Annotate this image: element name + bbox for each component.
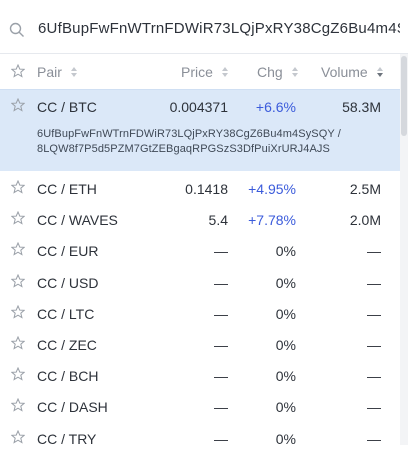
price-value: — [214, 430, 228, 447]
sort-icon [291, 67, 298, 78]
price-value: 5.4 [208, 212, 228, 229]
price-value: 0.004371 [169, 99, 228, 115]
star-icon[interactable] [11, 336, 25, 350]
table-row[interactable]: CC / ZEC — 0% — [0, 328, 408, 359]
pair-label: CC / TRY [37, 430, 97, 447]
search-bar: 6UfBupFwFnWTrnFDWiR73LQjPxRY38CgZ6Bu4m4S [0, 0, 408, 54]
change-value: +7.78% [248, 212, 296, 229]
change-value: 0% [275, 337, 296, 353]
asset-id-detail: 6UfBupFwFnWTrnFDWiR73LQjPxRY38CgZ6Bu4m4S… [37, 128, 341, 155]
star-icon[interactable] [11, 367, 25, 381]
sort-icon [70, 67, 77, 78]
price-value: — [214, 305, 228, 322]
table-row-selected[interactable]: CC / BTC 0.004371 +6.6% 58.3M 6UfBupFwFn… [0, 89, 400, 171]
star-icon[interactable] [11, 398, 25, 413]
pair-label: CC / ZEC [37, 337, 97, 353]
table-row[interactable]: CC / DASH — 0% — [0, 390, 408, 421]
table-row[interactable]: CC / EUR — 0% — [0, 234, 408, 265]
price-value: — [214, 243, 228, 260]
table-row[interactable]: CC / LTC — 0% — [0, 297, 408, 328]
star-icon[interactable] [11, 304, 25, 319]
table-row[interactable]: CC / BCH — 0% — [0, 359, 408, 390]
change-value: +4.95% [248, 181, 296, 197]
volume-value: — [367, 337, 381, 353]
volume-value: 2.5M [349, 181, 381, 197]
volume-value: — [367, 368, 381, 385]
star-icon[interactable] [11, 211, 25, 225]
star-icon-header[interactable] [11, 64, 25, 78]
volume-value: — [367, 399, 381, 416]
volume-value: — [367, 305, 381, 322]
scrollbar[interactable] [400, 54, 408, 445]
star-icon[interactable] [11, 180, 25, 194]
pair-label: CC / USD [37, 274, 99, 291]
change-value: 0% [275, 243, 296, 260]
price-value: — [214, 274, 228, 291]
pair-label: CC / BTC [37, 99, 97, 115]
pair-label: CC / LTC [37, 305, 95, 322]
pair-label: CC / BCH [37, 368, 99, 385]
pair-label: CC / EUR [37, 243, 99, 260]
volume-value: — [367, 243, 381, 260]
search-icon[interactable] [9, 22, 25, 38]
volume-value: 58.3M [342, 99, 381, 115]
star-icon[interactable] [11, 242, 25, 257]
star-icon[interactable] [11, 429, 25, 444]
table-header: Pair Price Chg Volume [0, 54, 408, 90]
table-row[interactable]: CC / ETH 0.1418 +4.95% 2.5M [0, 172, 408, 203]
change-value: 0% [275, 368, 296, 385]
sort-icon [221, 67, 228, 78]
header-chg[interactable]: Chg [257, 64, 299, 80]
price-value: — [214, 399, 228, 416]
price-value: — [214, 368, 228, 385]
pair-label: CC / DASH [37, 399, 108, 416]
price-value: 0.1418 [185, 181, 228, 197]
change-value: +6.6% [255, 99, 296, 115]
header-volume[interactable]: Volume [321, 64, 384, 80]
star-icon[interactable] [11, 273, 25, 288]
table-row[interactable]: CC / WAVES 5.4 +7.78% 2.0M [0, 203, 408, 234]
change-value: 0% [275, 274, 296, 291]
volume-value: — [367, 274, 381, 291]
price-value: — [214, 337, 228, 353]
header-price[interactable]: Price [181, 64, 229, 80]
change-value: 0% [275, 430, 296, 447]
header-pair[interactable]: Pair [37, 64, 78, 80]
volume-value: 2.0M [349, 212, 381, 229]
scrollbar-thumb[interactable] [401, 56, 407, 136]
table-row[interactable]: CC / USD — 0% — [0, 266, 408, 297]
change-value: 0% [275, 305, 296, 322]
pair-label: CC / ETH [37, 181, 97, 197]
selected-row-main: CC / BTC 0.004371 +6.6% 58.3M [0, 90, 400, 121]
change-value: 0% [275, 399, 296, 416]
star-icon[interactable] [11, 98, 25, 112]
sort-desc-icon [376, 67, 383, 78]
pair-label: CC / WAVES [37, 212, 118, 229]
volume-value: — [367, 430, 381, 447]
table-row[interactable]: CC / TRY — 0% — [0, 422, 408, 453]
search-input[interactable]: 6UfBupFwFnWTrnFDWiR73LQjPxRY38CgZ6Bu4m4S [38, 20, 400, 42]
